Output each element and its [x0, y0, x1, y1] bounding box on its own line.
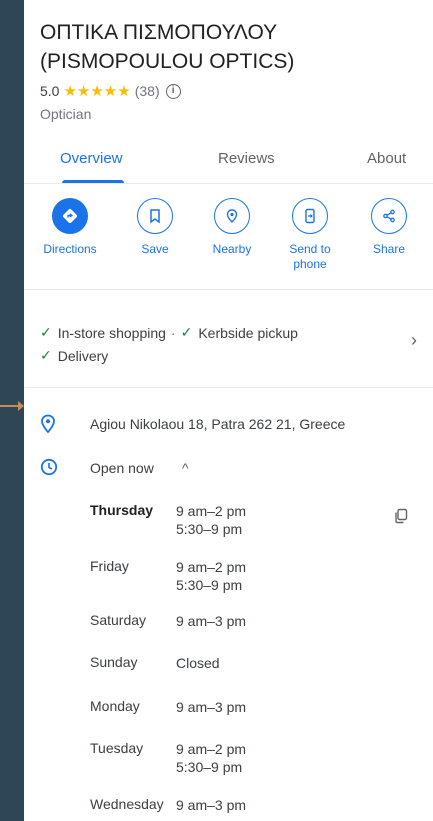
nearby-icon — [214, 198, 250, 234]
hours-time-1: 9 am–3 pm — [176, 613, 247, 629]
tab-reviews[interactable]: Reviews — [218, 150, 275, 167]
hours-toggle[interactable]: Open now ^ — [24, 456, 433, 484]
share-icon — [371, 198, 407, 234]
hours-time-1: 9 am–3 pm — [176, 699, 247, 715]
active-tab-indicator — [62, 180, 124, 183]
hours-day: Tuesday — [90, 740, 144, 756]
review-count[interactable]: (38) — [135, 83, 160, 99]
send-to-phone-button[interactable]: Send to phone — [278, 198, 342, 272]
check-icon: ✓ — [40, 347, 52, 363]
address-row[interactable]: Agiou Nikolaou 18, Patra 262 21, Greece — [24, 410, 433, 440]
rating-row: 5.0 ★★★★★ (38) i — [40, 82, 181, 100]
address-text: Agiou Nikolaou 18, Patra 262 21, Greece — [90, 416, 346, 432]
place-title: ΟΠΤΙΚΑ ΠΙΣΜΟΠΟΥΛΟΥ (PISMOPOULOU OPTICS) — [40, 21, 295, 73]
hours-times: 9 am–3 pm — [176, 698, 246, 716]
chevron-up-icon[interactable]: ^ — [182, 460, 189, 476]
action-bar: Directions Save Nearby Send to phone Sha… — [24, 198, 433, 290]
service-kerbside: Kerbside pickup — [198, 324, 298, 341]
hours-time-2: 5:30–9 pm — [176, 759, 243, 775]
nearby-label: Nearby — [212, 242, 252, 256]
share-label: Share — [372, 242, 406, 256]
hours-day: Saturday — [90, 612, 147, 628]
rating-stars-icon: ★★★★★ — [63, 83, 131, 100]
service-in-store: In-store shopping — [57, 324, 166, 341]
hours-day: Thursday — [90, 502, 154, 518]
chevron-right-icon[interactable]: › — [411, 330, 417, 351]
hours-time-1: 9 am–2 pm — [176, 559, 247, 575]
send-to-phone-icon — [292, 198, 328, 234]
hours-times: 9 am–2 pm 5:30–9 pm — [176, 740, 246, 776]
copy-icon[interactable] — [394, 508, 408, 529]
hours-times: 9 am–3 pm — [176, 612, 246, 630]
hours-day: Monday — [90, 698, 140, 714]
hours-times: 9 am–2 pm 5:30–9 pm — [176, 502, 246, 538]
hours-time-1: 9 am–3 pm — [176, 797, 247, 813]
directions-icon — [52, 198, 88, 234]
location-pin-icon — [40, 414, 56, 439]
hours-times: 9 am–2 pm 5:30–9 pm — [176, 558, 246, 594]
nearby-button[interactable]: Nearby — [200, 198, 264, 257]
check-icon: ✓ — [180, 324, 193, 340]
hours-time-1: Closed — [176, 655, 220, 671]
clock-icon — [40, 458, 58, 481]
service-line-2: ✓ Delivery — [40, 347, 108, 364]
directions-button[interactable]: Directions — [38, 198, 102, 257]
hours-day: Sunday — [90, 654, 138, 670]
save-label: Save — [141, 242, 169, 256]
tab-about[interactable]: About — [367, 150, 406, 167]
place-category[interactable]: Optician — [40, 106, 91, 122]
share-button[interactable]: Share — [357, 198, 421, 257]
info-icon[interactable]: i — [165, 83, 181, 99]
hours-day: Friday — [90, 558, 129, 574]
tab-bar: Overview Reviews About — [24, 140, 433, 184]
service-delivery: Delivery — [57, 347, 109, 364]
service-line-1: ✓ In-store shopping · ✓ Kerbside pickup — [40, 324, 298, 341]
tab-overview[interactable]: Overview — [60, 150, 123, 167]
rating-score: 5.0 — [40, 83, 60, 99]
bookmark-icon — [137, 198, 173, 234]
hours-day: Wednesday — [90, 796, 164, 812]
place-panel: ΟΠΤΙΚΑ ΠΙΣΜΟΠΟΥΛΟΥ (PISMOPOULOU OPTICS) … — [24, 0, 433, 821]
hours-time-1: 9 am–2 pm — [176, 741, 247, 757]
hours-time-2: 5:30–9 pm — [176, 521, 243, 537]
hours-time-2: 5:30–9 pm — [176, 577, 243, 593]
hours-times: Closed — [176, 654, 220, 672]
pointer-arrow-icon — [0, 401, 24, 411]
open-status: Open now — [90, 460, 154, 476]
save-button[interactable]: Save — [123, 198, 187, 257]
directions-label: Directions — [43, 242, 97, 256]
service-separator: · — [170, 324, 176, 341]
service-options-row[interactable]: ✓ In-store shopping · ✓ Kerbside pickup … — [24, 290, 433, 388]
hours-times: 9 am–3 pm — [176, 796, 246, 814]
check-icon: ✓ — [40, 324, 52, 340]
send-to-phone-label: Send to phone — [289, 242, 331, 271]
hours-time-1: 9 am–2 pm — [176, 503, 247, 519]
